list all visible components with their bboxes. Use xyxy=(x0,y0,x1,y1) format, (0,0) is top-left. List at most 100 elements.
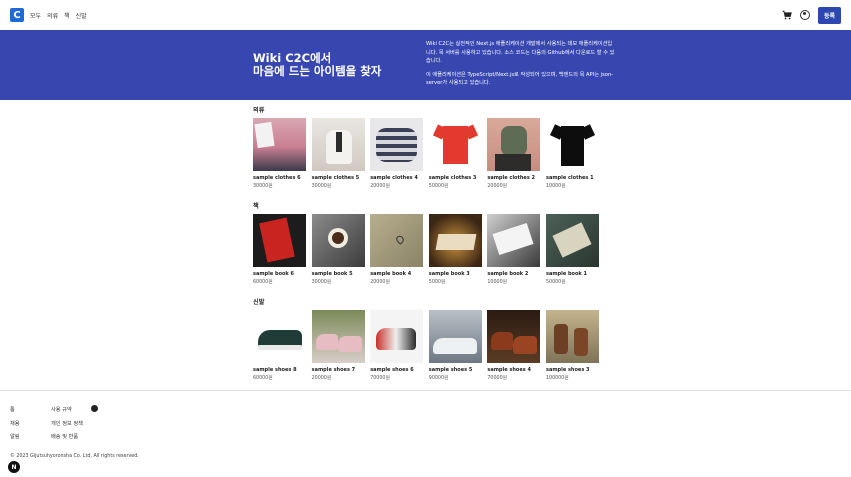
footer-link-terms[interactable]: 사용 규약 xyxy=(51,404,83,418)
top-header: C 모두 의류 책 신발 등록 xyxy=(0,0,851,30)
product-name[interactable]: sample book 2 xyxy=(487,271,540,277)
product-price: 20000원 xyxy=(370,184,390,189)
github-icon[interactable] xyxy=(91,405,98,412)
product-price: 30000원 xyxy=(253,184,273,189)
product-card[interactable]: sample shoes 7 20000원 xyxy=(311,310,365,381)
floating-action-icon[interactable]: N xyxy=(8,461,20,473)
product-image[interactable] xyxy=(370,118,424,171)
product-price: 20000원 xyxy=(487,184,508,189)
product-card[interactable]: sample clothes 2 20000원 xyxy=(487,118,541,189)
hero-banner: Wiki C2C에서 마음에 드는 아이템을 찾자 Wiki C2C는 실전적인… xyxy=(0,30,851,100)
copyright-text: © 2023 Gijutsuhyoronsha Co. Ltd, All rig… xyxy=(10,454,139,459)
nav-shoes[interactable]: 신발 xyxy=(76,11,87,20)
product-name[interactable]: sample clothes 1 xyxy=(546,175,599,181)
product-card[interactable]: sample clothes 6 30000원 xyxy=(253,118,306,189)
product-card[interactable]: sample book 5 30000원 xyxy=(311,214,365,285)
product-image[interactable] xyxy=(545,214,599,267)
product-price: 20000원 xyxy=(311,376,332,381)
product-image[interactable] xyxy=(428,214,482,267)
product-price: 5000원 xyxy=(428,280,446,285)
product-image[interactable] xyxy=(487,118,541,171)
product-image[interactable] xyxy=(545,310,599,363)
product-name[interactable]: sample shoes 4 xyxy=(487,367,540,373)
user-icon[interactable] xyxy=(799,10,810,20)
section-book: 책 sample book 6 60000원 sample book 5 300… xyxy=(253,201,613,285)
footer-link-notice[interactable]: 알림 xyxy=(10,431,20,445)
product-image[interactable] xyxy=(428,118,482,171)
nav-book[interactable]: 책 xyxy=(64,11,70,20)
product-name[interactable]: sample clothes 2 xyxy=(487,175,540,181)
product-card[interactable]: sample book 4 20000원 xyxy=(370,214,424,285)
app-logo[interactable]: C xyxy=(10,8,24,22)
product-price: 10000원 xyxy=(487,280,508,285)
product-card[interactable]: sample shoes 4 70000원 xyxy=(487,310,541,381)
product-name[interactable]: sample shoes 3 xyxy=(546,367,599,373)
product-card[interactable]: sample shoes 6 70000원 xyxy=(370,310,424,381)
product-card[interactable]: sample shoes 5 90000원 xyxy=(428,310,482,381)
product-price: 50000원 xyxy=(545,280,566,285)
hero-desc-1: Wiki C2C는 실전적인 Next.js 애플리케이션 개발에서 사용되는 … xyxy=(426,41,615,64)
product-image[interactable] xyxy=(487,310,541,363)
product-card[interactable]: sample book 6 60000원 xyxy=(253,214,306,285)
product-card[interactable]: sample shoes 8 60000원 xyxy=(253,310,306,381)
product-card[interactable]: sample shoes 3 100000원 xyxy=(545,310,599,381)
product-price: 60000원 xyxy=(253,376,273,381)
product-price: 90000원 xyxy=(428,376,449,381)
footer-links-primary: 톱 채용 알림 xyxy=(10,404,20,445)
product-card[interactable]: sample clothes 5 30000원 xyxy=(311,118,365,189)
product-card[interactable]: sample book 1 50000원 xyxy=(545,214,599,285)
footer-link-privacy[interactable]: 개인 정보 정책 xyxy=(51,418,83,432)
product-image[interactable] xyxy=(253,214,306,267)
page-footer: 톱 채용 알림 사용 규약 개인 정보 정책 배송 및 반품 © 2023 Gi… xyxy=(0,390,851,477)
product-name[interactable]: sample clothes 6 xyxy=(253,175,306,181)
product-price: 20000원 xyxy=(370,280,390,285)
main-nav: 모두 의류 책 신발 xyxy=(30,11,87,20)
product-card[interactable]: sample book 2 10000원 xyxy=(487,214,541,285)
product-price: 50000원 xyxy=(428,184,449,189)
product-card[interactable]: sample clothes 3 50000원 xyxy=(428,118,482,189)
product-card[interactable]: sample book 3 5000원 xyxy=(428,214,482,285)
product-image[interactable] xyxy=(487,214,541,267)
product-image[interactable] xyxy=(311,310,365,363)
nav-clothes[interactable]: 의류 xyxy=(47,11,58,20)
nav-all[interactable]: 모두 xyxy=(30,11,41,20)
section-shoes: 신발 sample shoes 8 60000원 sample shoes 7 … xyxy=(253,297,613,381)
product-image[interactable] xyxy=(253,310,306,363)
footer-link-top[interactable]: 톱 xyxy=(10,404,20,418)
section-title: 책 xyxy=(253,203,259,210)
product-image[interactable] xyxy=(311,214,365,267)
product-name[interactable]: sample book 6 xyxy=(253,271,306,277)
product-name[interactable]: sample shoes 7 xyxy=(312,367,365,373)
product-price: 30000원 xyxy=(311,184,332,189)
register-button[interactable]: 등록 xyxy=(817,6,841,24)
product-price: 10000원 xyxy=(545,184,566,189)
product-image[interactable] xyxy=(370,214,424,267)
product-name[interactable]: sample book 5 xyxy=(312,271,365,277)
hero-title: Wiki C2C에서 마음에 드는 아이템을 찾자 xyxy=(253,52,381,78)
product-image[interactable] xyxy=(311,118,365,171)
product-name[interactable]: sample shoes 8 xyxy=(253,367,306,373)
product-name[interactable]: sample book 3 xyxy=(429,271,482,277)
product-image[interactable] xyxy=(545,118,599,171)
product-image[interactable] xyxy=(253,118,306,171)
product-name[interactable]: sample book 4 xyxy=(370,271,423,277)
product-name[interactable]: sample shoes 6 xyxy=(370,367,423,373)
product-grid: sample shoes 8 60000원 sample shoes 7 200… xyxy=(253,310,599,381)
product-name[interactable]: sample clothes 3 xyxy=(429,175,482,181)
product-name[interactable]: sample shoes 5 xyxy=(429,367,482,373)
product-grid: sample book 6 60000원 sample book 5 30000… xyxy=(253,214,599,285)
product-name[interactable]: sample clothes 4 xyxy=(370,175,423,181)
product-name[interactable]: sample book 1 xyxy=(546,271,599,277)
product-grid: sample clothes 6 30000원 sample clothes 5… xyxy=(253,118,599,189)
cart-icon[interactable] xyxy=(782,10,792,20)
footer-link-shipping[interactable]: 배송 및 반품 xyxy=(51,431,83,445)
product-price: 70000원 xyxy=(487,376,508,381)
product-name[interactable]: sample clothes 5 xyxy=(312,175,365,181)
hero-desc-2: 이 애플리케이션은 TypeScript/Next.js로 작성되어 있으며, … xyxy=(426,71,614,87)
product-image[interactable] xyxy=(428,310,482,363)
product-image[interactable] xyxy=(370,310,424,363)
product-price: 60000원 xyxy=(253,280,273,285)
product-card[interactable]: sample clothes 1 10000원 xyxy=(545,118,599,189)
footer-link-recruit[interactable]: 채용 xyxy=(10,418,20,432)
product-card[interactable]: sample clothes 4 20000원 xyxy=(370,118,424,189)
